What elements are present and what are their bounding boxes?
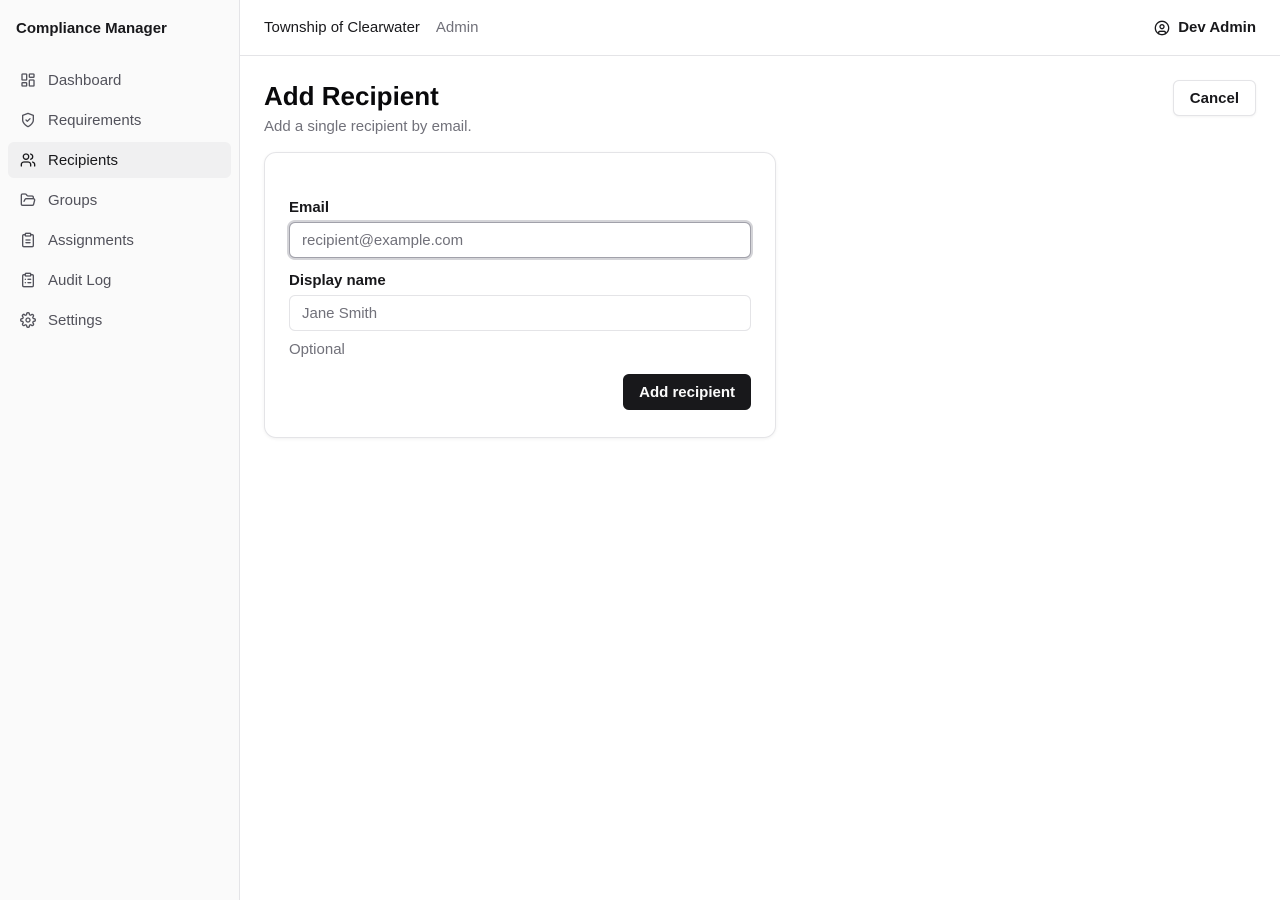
organization-name: Township of Clearwater [264,19,420,36]
user-menu-button[interactable]: Dev Admin [1154,19,1256,36]
clipboard-icon [20,232,36,248]
display-name-field-group: Display name Optional [289,272,751,358]
app-title: Compliance Manager [16,19,167,37]
sidebar-item-audit-log[interactable]: Audit Log [8,262,231,298]
gear-icon [20,312,36,328]
sidebar-item-label: Dashboard [48,71,122,89]
sidebar-nav: Dashboard Requirements Recipients Groups… [0,56,239,348]
sidebar-item-settings[interactable]: Settings [8,302,231,338]
page-title: Add Recipient [264,81,439,111]
sidebar-item-label: Recipients [48,151,119,169]
sidebar: Compliance Manager Dashboard Requirement… [0,0,240,900]
display-name-hint: Optional [289,341,345,358]
main-content: Add Recipient Add a single recipient by … [264,80,1256,438]
email-input[interactable] [289,222,751,258]
top-bar: Township of Clearwater Admin Dev Admin [240,0,1280,56]
sidebar-item-assignments[interactable]: Assignments [8,222,231,258]
email-field-group: Email [289,199,751,258]
sidebar-item-dashboard[interactable]: Dashboard [8,62,231,98]
page-subtitle: Add a single recipient by email. [264,118,472,135]
sidebar-item-label: Assignments [48,231,134,249]
dashboard-icon [20,72,36,88]
sidebar-item-label: Settings [48,311,103,329]
sidebar-item-label: Groups [48,191,98,209]
user-circle-icon [1154,20,1170,35]
cancel-button[interactable]: Cancel [1172,80,1256,116]
users-icon [20,152,36,168]
shield-check-icon [20,112,36,128]
display-name-input[interactable] [289,295,751,331]
sidebar-item-label: Requirements [48,111,142,129]
sidebar-item-requirements[interactable]: Requirements [8,102,231,138]
email-label: Email [289,199,330,216]
sidebar-item-recipients[interactable]: Recipients [8,142,231,178]
clipboard-list-icon [20,272,36,288]
add-recipient-form: Email Display name Optional Add recipien… [264,152,776,438]
display-name-label: Display name [289,272,386,289]
user-name: Dev Admin [1178,19,1256,36]
sidebar-item-groups[interactable]: Groups [8,182,231,218]
sidebar-item-label: Audit Log [48,271,112,289]
role-label: Admin [435,19,479,36]
add-recipient-button[interactable]: Add recipient [623,374,751,410]
folder-open-icon [20,192,36,208]
form-actions: Add recipient [289,374,751,410]
